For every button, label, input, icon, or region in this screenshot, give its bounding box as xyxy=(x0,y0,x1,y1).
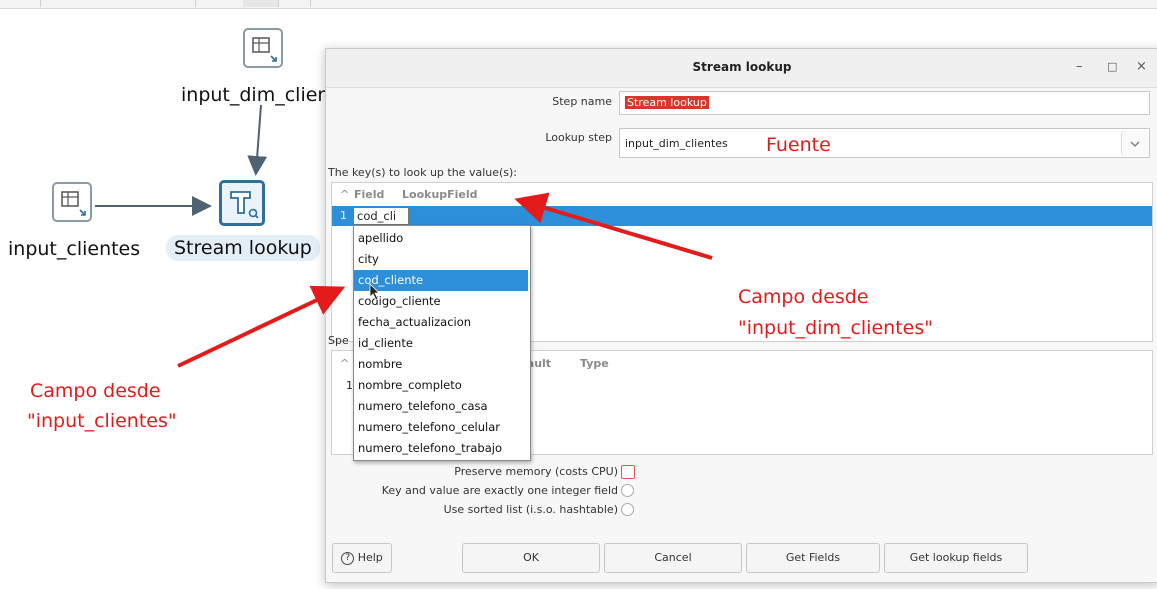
annotation-campo-input-line2: "input_clientes" xyxy=(27,410,177,432)
annotation-campo-dim-line1: Campo desde xyxy=(738,286,869,308)
annotation-campo-dim-line2: "input_dim_clientes" xyxy=(738,317,933,339)
annotation-fuente: Fuente xyxy=(766,134,831,156)
annotation-arrow xyxy=(177,285,346,368)
annotation-arrow xyxy=(514,192,713,260)
annotation-arrows xyxy=(177,192,713,368)
annotation-campo-input-line1: Campo desde xyxy=(30,380,161,402)
